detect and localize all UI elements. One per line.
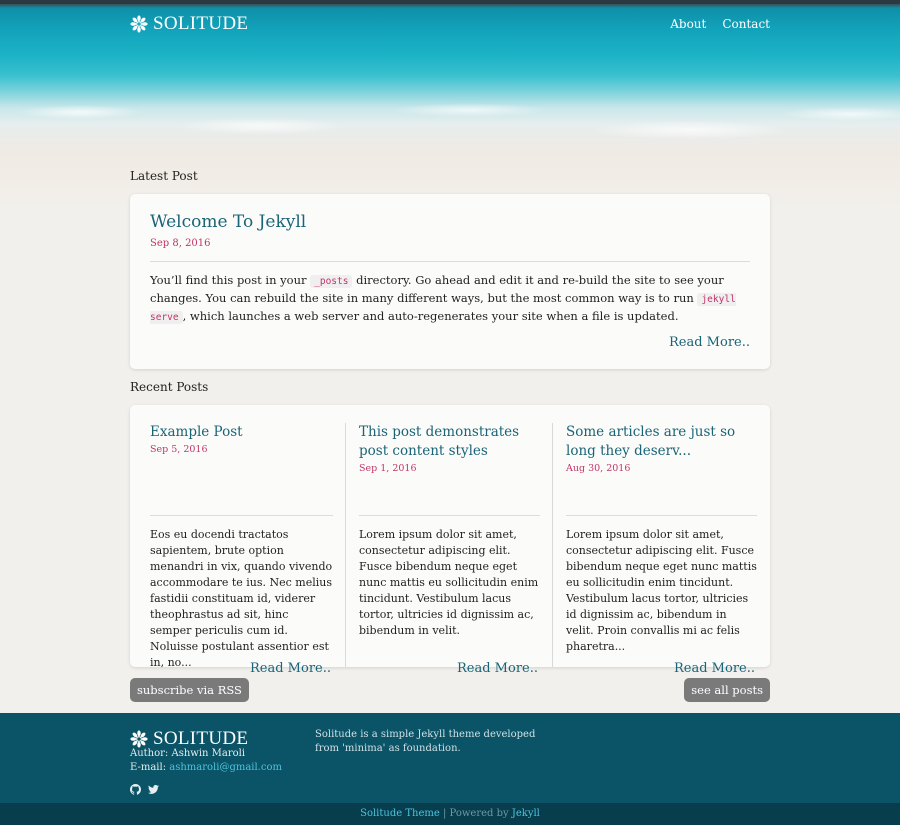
nav-about-link[interactable]: About <box>670 17 706 31</box>
recent-post-excerpt: Eos eu docendi tractatos sapientem, brut… <box>150 528 333 669</box>
inline-code: _posts <box>310 275 353 288</box>
recent-post-excerpt: Lorem ipsum dolor sit amet, consectetur … <box>359 528 539 637</box>
divider <box>566 515 757 516</box>
site-title: SOLITUDE <box>153 13 249 34</box>
latest-post-card: Welcome To Jekyll Sep 8, 2016 You’ll fin… <box>130 194 770 369</box>
recent-read-more-link[interactable]: Read More.. <box>457 661 538 676</box>
recent-post-title[interactable]: This post demonstrates post content styl… <box>359 423 540 461</box>
footer-email-link[interactable]: ashmaroli@gmail.com <box>169 762 282 773</box>
recent-read-more-link[interactable]: Read More.. <box>250 661 331 676</box>
divider <box>150 261 750 262</box>
footer-social-links <box>130 780 159 795</box>
footer-contact: Author: Ashwin Maroli E-mail: ashmaroli@… <box>130 747 282 775</box>
recent-post-item: Some articles are just so long they dese… <box>552 423 769 676</box>
site-header: SOLITUDE About Contact <box>130 12 770 36</box>
footer-description: Solitude is a simple Jekyll theme develo… <box>315 729 536 754</box>
flower-logo-icon <box>130 730 148 748</box>
recent-post-date: Sep 5, 2016 <box>150 444 208 455</box>
recent-post-title[interactable]: Example Post <box>150 423 333 442</box>
theme-link[interactable]: Solitude Theme <box>360 808 440 819</box>
recent-post-item: Example Post Sep 5, 2016 Eos eu docendi … <box>130 423 345 676</box>
divider <box>359 515 540 516</box>
bottom-bar: Solitude Theme | Powered by Jekyll <box>0 803 900 825</box>
recent-read-more-link[interactable]: Read More.. <box>674 661 755 676</box>
subscribe-rss-button[interactable]: subscribe via RSS <box>130 678 249 702</box>
recent-post-date: Aug 30, 2016 <box>566 463 631 474</box>
latest-post-heading: Latest Post <box>130 169 198 183</box>
recent-post-title[interactable]: Some articles are just so long they dese… <box>566 423 757 461</box>
powered-by-text: | Powered by <box>439 808 512 819</box>
twitter-icon[interactable] <box>148 780 159 794</box>
latest-post-excerpt: You’ll find this post in your _posts dir… <box>150 273 736 324</box>
recent-post-excerpt: Lorem ipsum dolor sit amet, consectetur … <box>566 528 757 653</box>
see-all-posts-button[interactable]: see all posts <box>684 678 770 702</box>
site-footer: SOLITUDE Author: Ashwin Maroli E-mail: a… <box>0 713 900 803</box>
nav-contact-link[interactable]: Contact <box>722 17 770 31</box>
recent-post-date: Sep 1, 2016 <box>359 463 417 474</box>
recent-posts-card: Example Post Sep 5, 2016 Eos eu docendi … <box>130 405 770 676</box>
recent-posts-heading: Recent Posts <box>130 380 209 394</box>
flower-logo-icon <box>130 15 148 33</box>
footer-email-line: E-mail: ashmaroli@gmail.com <box>130 762 282 773</box>
latest-post-date: Sep 8, 2016 <box>150 238 211 249</box>
jekyll-link[interactable]: Jekyll <box>512 808 540 819</box>
latest-read-more-link[interactable]: Read More.. <box>669 335 750 350</box>
recent-post-item: This post demonstrates post content styl… <box>345 423 552 676</box>
footer-author: Author: Ashwin Maroli <box>130 748 246 759</box>
latest-post-title[interactable]: Welcome To Jekyll <box>150 212 750 232</box>
github-icon[interactable] <box>130 780 141 795</box>
site-brand[interactable]: SOLITUDE <box>130 13 248 35</box>
main-nav: About Contact <box>670 17 770 31</box>
divider <box>150 515 333 516</box>
